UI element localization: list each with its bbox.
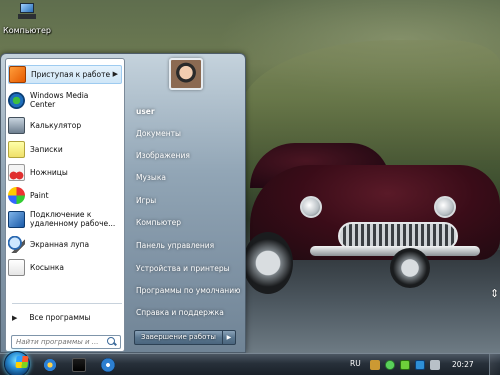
right-item-documents[interactable]: Документы: [129, 126, 241, 142]
all-programs-label: Все программы: [29, 313, 91, 322]
wallpaper-car-headlight: [300, 196, 322, 218]
computer-icon: [18, 3, 36, 19]
taskbar: RU 20:27: [0, 351, 500, 375]
right-item-music[interactable]: Музыка: [129, 170, 241, 186]
sticky-notes-icon: [8, 140, 25, 158]
paint-icon: [8, 186, 25, 204]
right-item-devices-printers[interactable]: Устройства и принтеры: [129, 261, 241, 277]
right-item-pictures[interactable]: Изображения: [129, 148, 241, 164]
program-label: Экранная лупа: [30, 239, 90, 249]
program-item-remote-desktop[interactable]: Подключение к удаленному рабоче...: [8, 208, 122, 230]
program-item-solitaire[interactable]: Косынка: [8, 257, 122, 277]
tray-security-icon[interactable]: [400, 360, 410, 370]
program-item-snipping-tool[interactable]: Ножницы: [8, 162, 122, 182]
shutdown-button[interactable]: Завершение работы: [134, 330, 223, 345]
program-label: Paint: [30, 190, 49, 200]
right-item-games[interactable]: Игры: [129, 193, 241, 209]
program-item-magnifier[interactable]: Экранная лупа: [8, 234, 122, 254]
user-avatar[interactable]: [169, 58, 203, 90]
internet-explorer-icon[interactable]: [43, 358, 57, 372]
right-item-control-panel[interactable]: Панель управления: [129, 238, 241, 254]
desktop-icon-computer[interactable]: Компьютер: [2, 3, 52, 35]
snipping-tool-icon: [8, 163, 25, 181]
solitaire-icon: [8, 258, 25, 276]
magnifier-icon: [8, 235, 25, 253]
right-item-user[interactable]: user: [129, 104, 241, 120]
tray-status-icon[interactable]: [385, 360, 395, 370]
right-item-default-programs[interactable]: Программы по умолчанию: [129, 283, 241, 299]
expand-arrow-icon: ▶: [12, 313, 18, 322]
taskbar-clock[interactable]: 20:27: [452, 360, 474, 369]
shutdown-options-arrow-icon[interactable]: ▶: [222, 330, 236, 345]
shutdown-control: Завершение работы ▶: [134, 330, 236, 345]
submenu-arrow-icon: ▶: [112, 70, 118, 78]
start-menu: Приступая к работе ▶ Windows Media Cente…: [0, 53, 246, 353]
media-center-icon: [8, 91, 25, 109]
wallpaper-car-headlight: [434, 196, 456, 218]
program-item-paint[interactable]: Paint: [8, 185, 122, 205]
mouse-cursor-icon: ⇕: [490, 287, 500, 300]
program-label: Записки: [30, 144, 63, 154]
explorer-folder-icon[interactable]: [72, 358, 86, 372]
program-item-sticky-notes[interactable]: Записки: [8, 139, 122, 159]
program-label: Ножницы: [30, 167, 68, 177]
program-label: Windows Media Center: [30, 91, 89, 109]
program-label: Подключение к удаленному рабоче...: [30, 210, 116, 228]
volume-icon[interactable]: [430, 360, 440, 370]
network-icon[interactable]: [415, 360, 425, 370]
calculator-icon: [8, 116, 25, 134]
start-menu-programs-pane: Приступая к работе ▶ Windows Media Cente…: [5, 58, 125, 352]
tray-app-icon[interactable]: [370, 360, 380, 370]
right-item-help-support[interactable]: Справка и поддержка: [129, 305, 241, 321]
program-item-calculator[interactable]: Калькулятор: [8, 115, 122, 135]
program-item-media-center[interactable]: Windows Media Center: [8, 89, 122, 111]
programs-separator: [12, 303, 122, 304]
getting-started-icon: [9, 66, 26, 83]
language-indicator[interactable]: RU: [350, 359, 361, 368]
media-player-icon[interactable]: [101, 358, 115, 372]
right-item-computer[interactable]: Компьютер: [129, 215, 241, 231]
all-programs-button[interactable]: ▶ Все программы: [12, 313, 90, 322]
wallpaper-car-wheel: [243, 232, 293, 294]
show-desktop-button[interactable]: [489, 354, 500, 375]
start-button[interactable]: [4, 351, 30, 375]
desktop-icon-label: Компьютер: [3, 26, 51, 35]
search-input[interactable]: [12, 338, 104, 346]
search-box[interactable]: [11, 335, 121, 349]
program-item-getting-started[interactable]: Приступая к работе ▶: [8, 65, 122, 84]
search-icon[interactable]: [106, 336, 118, 348]
windows-logo-icon: [15, 356, 29, 368]
program-label: Косынка: [30, 262, 64, 272]
program-label: Калькулятор: [30, 120, 82, 130]
remote-desktop-icon: [8, 210, 25, 228]
wallpaper-car-wheel: [390, 248, 430, 288]
program-label: Приступая к работе: [31, 70, 111, 79]
